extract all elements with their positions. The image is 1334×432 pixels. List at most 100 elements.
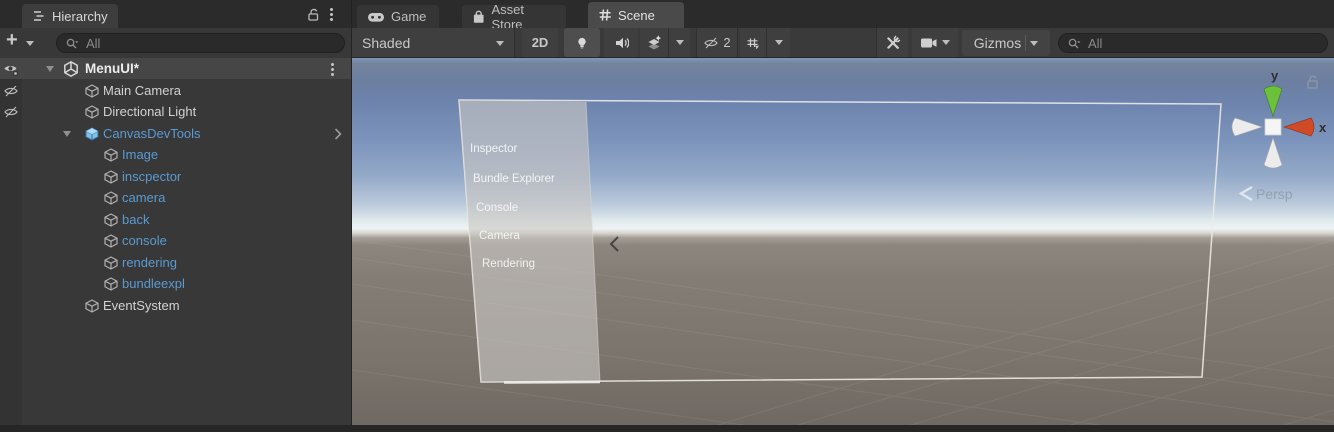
grid-visibility-toggle[interactable]: [740, 28, 766, 57]
tree-item-rendering[interactable]: rendering: [0, 252, 351, 273]
shopping-bag-icon: [472, 10, 485, 24]
tree-item-directional-light[interactable]: Directional Light: [0, 101, 351, 122]
cube-icon: [103, 233, 119, 249]
unity-editor-window: Hierarchy + MenuUI* Main Camera: [0, 0, 1334, 432]
tree-item-label: EventSystem: [103, 298, 180, 313]
status-bar: [0, 425, 1334, 432]
lightbulb-icon: [575, 36, 589, 49]
eye-off-icon[interactable]: [3, 83, 19, 99]
cube-icon: [84, 104, 100, 120]
tree-item-label: back: [122, 212, 149, 227]
tree-item-main-camera[interactable]: Main Camera: [0, 80, 351, 101]
foldout-triangle-icon[interactable]: [46, 66, 54, 72]
scene-visibility-eye-icon[interactable]: [3, 61, 18, 76]
component-tools-button[interactable]: [876, 28, 908, 57]
hidden-count-label: 2: [723, 35, 730, 50]
scene-camera-dropdown[interactable]: [912, 28, 958, 57]
tab-scene[interactable]: Scene: [588, 2, 684, 28]
tree-item-console[interactable]: console: [0, 230, 351, 251]
prefab-cube-icon: [84, 126, 100, 142]
gizmo-center-cube[interactable]: [1265, 119, 1281, 135]
cube-icon: [84, 83, 100, 99]
scene-visibility-toggle[interactable]: 2: [696, 28, 738, 57]
cube-icon: [103, 190, 119, 206]
chevron-down-icon: [775, 40, 783, 45]
effects-toggle[interactable]: [640, 28, 668, 57]
tree-item-image[interactable]: Image: [0, 144, 351, 165]
menu-item-console[interactable]: Console: [476, 202, 518, 214]
scene-options-kebab-icon[interactable]: [331, 63, 334, 76]
add-gameobject-button[interactable]: +: [6, 29, 18, 52]
chevron-down-icon: [942, 40, 950, 45]
lock-open-icon[interactable]: [306, 7, 320, 22]
hierarchy-search-box[interactable]: [56, 33, 345, 53]
tree-item-label: Main Camera: [103, 83, 181, 98]
cube-icon: [103, 255, 119, 271]
tree-item-canvasdevtools[interactable]: CanvasDevTools: [0, 123, 351, 144]
tree-item-back[interactable]: back: [0, 209, 351, 230]
scene-audio-toggle[interactable]: [604, 28, 638, 57]
scene-name-label: MenuUI*: [85, 61, 139, 76]
tree-item-label: bundleexpl: [122, 276, 185, 291]
menu-panel-bottom-highlight: [504, 382, 600, 383]
tree-item-bundleexpl[interactable]: bundleexpl: [0, 273, 351, 294]
menu-item-inspector[interactable]: Inspector: [470, 143, 517, 155]
tab-scene-label: Scene: [618, 8, 655, 23]
tab-hierarchy[interactable]: Hierarchy: [22, 4, 118, 28]
chevron-down-icon: [496, 41, 504, 46]
tree-item-label: camera: [122, 190, 165, 205]
grid-axis-icon: [746, 36, 760, 50]
tree-item-camera[interactable]: camera: [0, 187, 351, 208]
persp-label: Persp: [1256, 186, 1293, 202]
hierarchy-tab-bar: Hierarchy: [0, 0, 351, 28]
scene-viewport[interactable]: Inspector Bundle Explorer Console Camera…: [352, 58, 1334, 425]
draw-mode-label: Shaded: [362, 35, 410, 51]
menu-item-bundle-explorer[interactable]: Bundle Explorer: [473, 173, 555, 185]
scene-search-box[interactable]: [1058, 33, 1328, 53]
search-icon: [1067, 37, 1081, 50]
2d-toggle-button[interactable]: 2D: [522, 28, 558, 57]
gizmos-label: Gizmos: [974, 35, 1021, 51]
scene-toolbar: Shaded 2D 2: [352, 28, 1334, 58]
tree-item-label: rendering: [122, 255, 177, 270]
gizmo-x-label: x: [1319, 120, 1327, 135]
speaker-icon: [614, 35, 629, 51]
chevron-down-icon: [676, 40, 684, 45]
scene-header-row[interactable]: MenuUI*: [0, 58, 351, 79]
hierarchy-tab-label: Hierarchy: [52, 9, 108, 24]
effects-dropdown[interactable]: [668, 28, 690, 57]
cube-icon: [103, 147, 119, 163]
tab-asset-store-label: Asset Store: [491, 2, 556, 32]
separator: [1025, 35, 1026, 51]
gizmo-y-label: y: [1271, 68, 1279, 83]
scene-lighting-toggle[interactable]: [564, 28, 600, 57]
gamepad-icon: [367, 11, 385, 23]
menu-item-rendering[interactable]: Rendering: [482, 258, 535, 270]
scene-tab-bar: Game Asset Store Scene: [352, 0, 1334, 28]
hierarchy-menu-kebab-icon[interactable]: [330, 8, 333, 21]
tree-item-eventsystem[interactable]: EventSystem: [0, 295, 351, 316]
hierarchy-list-icon: [32, 8, 46, 24]
tab-game[interactable]: Game: [357, 5, 439, 28]
effects-star-icon: [646, 35, 662, 51]
grid-dropdown[interactable]: [766, 28, 790, 57]
draw-mode-dropdown[interactable]: Shaded: [352, 28, 515, 57]
menu-item-camera[interactable]: Camera: [479, 230, 521, 242]
eye-off-icon[interactable]: [3, 104, 19, 120]
tools-icon: [885, 35, 901, 51]
eye-off-icon: [703, 35, 719, 51]
foldout-triangle-icon[interactable]: [63, 131, 71, 137]
tab-asset-store[interactable]: Asset Store: [462, 5, 566, 28]
tab-game-label: Game: [391, 9, 426, 24]
add-dropdown-caret-icon[interactable]: [26, 41, 34, 46]
chevron-right-icon[interactable]: [333, 127, 343, 141]
hierarchy-search-input[interactable]: [84, 35, 336, 52]
tree-item-label: CanvasDevTools: [103, 126, 201, 141]
cube-icon: [103, 212, 119, 228]
tree-item-label: inscpector: [122, 169, 181, 184]
gizmos-dropdown[interactable]: Gizmos: [962, 30, 1050, 56]
tree-item-inscpector[interactable]: inscpector: [0, 166, 351, 187]
hierarchy-search-row: +: [0, 28, 351, 58]
scene-search-input[interactable]: [1086, 35, 1319, 52]
chevron-down-icon: [1030, 41, 1038, 46]
